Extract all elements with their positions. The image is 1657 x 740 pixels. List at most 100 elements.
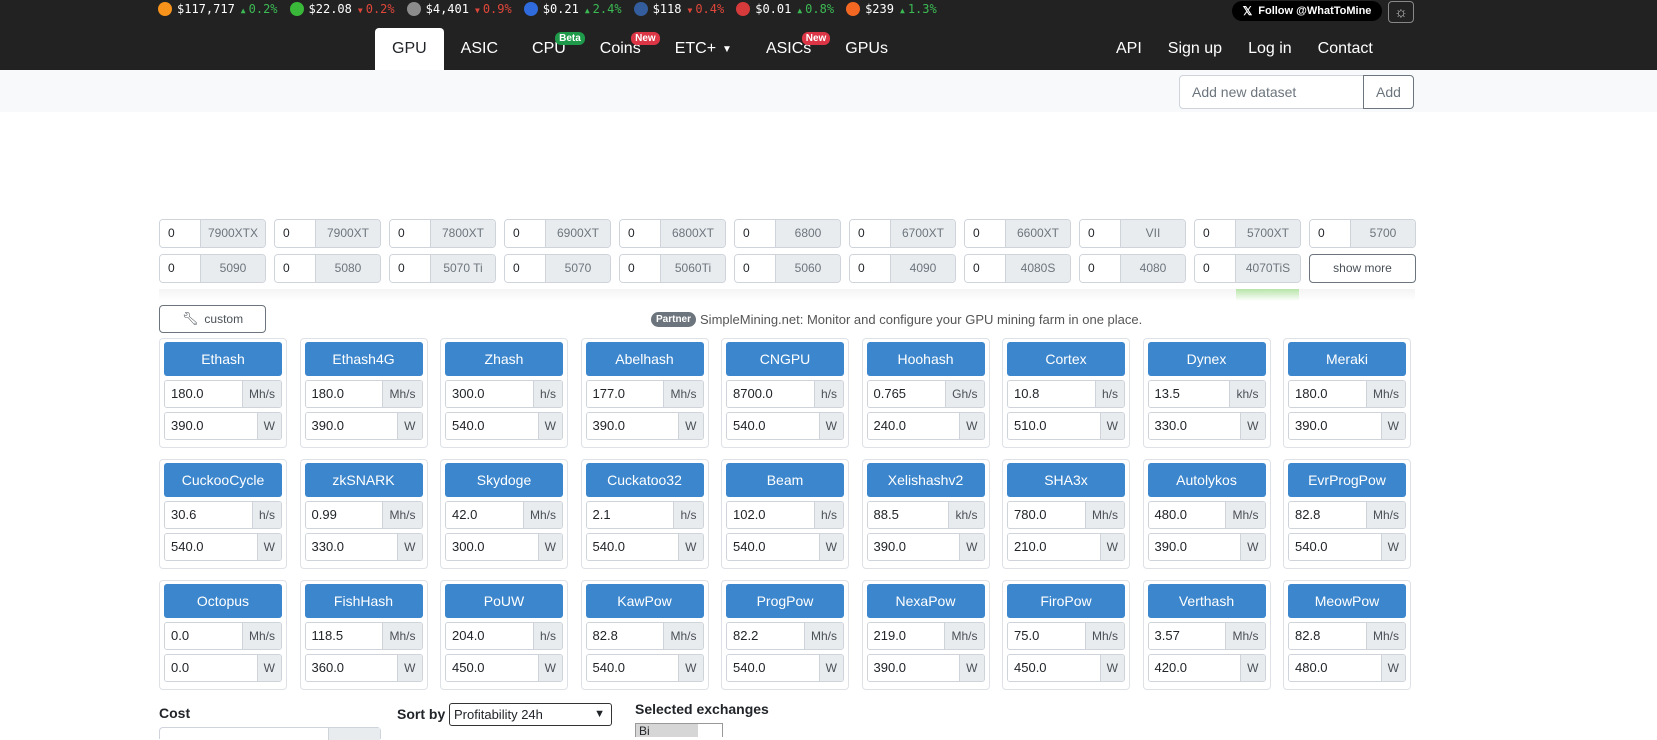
partner-banner[interactable]: Partner SimpleMining.net: Monitor and co… bbox=[651, 312, 1142, 327]
algorithm-toggle-button[interactable]: zkSNARK bbox=[304, 463, 423, 497]
show-more-button[interactable]: show more bbox=[1309, 254, 1416, 283]
power-input[interactable]: 510.0 bbox=[1008, 413, 1100, 439]
ticker-item[interactable]: $239 ▲ 1.3% bbox=[846, 1, 937, 16]
hashrate-input[interactable]: 204.0 bbox=[446, 623, 533, 649]
hashrate-input[interactable]: 2.1 bbox=[586, 502, 674, 528]
exchange-option[interactable]: Bi bbox=[636, 724, 698, 737]
hashrate-input[interactable]: 180.0 bbox=[1289, 381, 1366, 407]
algorithm-toggle-button[interactable]: Cuckatoo32 bbox=[585, 463, 704, 497]
hashrate-input[interactable]: 13.5 bbox=[1148, 381, 1230, 407]
gpu-count-input[interactable]: 0 bbox=[390, 220, 431, 247]
power-input[interactable]: 390.0 bbox=[586, 413, 679, 439]
algorithm-toggle-button[interactable]: Octopus bbox=[164, 584, 282, 618]
hashrate-input[interactable]: 42.0 bbox=[446, 502, 523, 528]
gpu-count-input[interactable]: 0 bbox=[505, 255, 546, 282]
ticker-item[interactable]: $117,717 ▲ 0.2% bbox=[158, 1, 278, 16]
gpu-count-input[interactable]: 0 bbox=[1195, 255, 1236, 282]
power-input[interactable]: 540.0 bbox=[446, 413, 538, 439]
algorithm-toggle-button[interactable]: SHA3x bbox=[1007, 463, 1125, 497]
follow-twitter-button[interactable]: 𝕏 Follow @WhatToMine bbox=[1232, 1, 1382, 21]
power-input[interactable]: 330.0 bbox=[1148, 413, 1241, 439]
power-input[interactable]: 390.0 bbox=[165, 413, 257, 439]
algorithm-toggle-button[interactable]: EvrProgPow bbox=[1288, 463, 1406, 497]
power-input[interactable]: 420.0 bbox=[1148, 655, 1241, 681]
power-input[interactable]: 540.0 bbox=[727, 413, 819, 439]
hashrate-input[interactable]: 780.0 bbox=[1008, 502, 1085, 528]
ticker-item[interactable]: $0.21 ▲ 2.4% bbox=[523, 1, 622, 16]
algorithm-toggle-button[interactable]: ProgPow bbox=[726, 584, 844, 618]
algorithm-toggle-button[interactable]: Ethash4G bbox=[304, 342, 423, 376]
hashrate-input[interactable]: 177.0 bbox=[586, 381, 664, 407]
algorithm-toggle-button[interactable]: Cortex bbox=[1007, 342, 1125, 376]
nav-contact[interactable]: Contact bbox=[1305, 28, 1386, 70]
gpu-count-input[interactable]: 0 bbox=[735, 220, 776, 247]
power-input[interactable]: 360.0 bbox=[305, 655, 398, 681]
algorithm-toggle-button[interactable]: Ethash bbox=[164, 342, 282, 376]
algorithm-toggle-button[interactable]: CNGPU bbox=[726, 342, 844, 376]
cost-input[interactable] bbox=[159, 727, 381, 740]
gpu-count-input[interactable]: 0 bbox=[965, 220, 1006, 247]
nav-gpu[interactable]: GPU bbox=[375, 28, 444, 70]
algorithm-toggle-button[interactable]: FishHash bbox=[304, 584, 423, 618]
theme-toggle-button[interactable]: ☼ bbox=[1388, 1, 1414, 23]
hashrate-input[interactable]: 0.99 bbox=[305, 502, 383, 528]
gpu-count-input[interactable]: 0 bbox=[160, 255, 201, 282]
custom-button[interactable]: 🔧︎ custom bbox=[159, 305, 266, 333]
power-input[interactable]: 480.0 bbox=[1289, 655, 1381, 681]
gpu-count-input[interactable]: 0 bbox=[1310, 220, 1351, 247]
nav-gpus[interactable]: GPUs bbox=[828, 28, 905, 70]
nav-coins[interactable]: Coins New bbox=[583, 28, 660, 70]
hashrate-input[interactable]: 88.5 bbox=[867, 502, 949, 528]
exchanges-select[interactable]: Bi bbox=[635, 723, 723, 737]
hashrate-input[interactable]: 82.8 bbox=[586, 623, 664, 649]
algorithm-toggle-button[interactable]: FiroPow bbox=[1007, 584, 1125, 618]
power-input[interactable]: 390.0 bbox=[867, 534, 960, 560]
power-input[interactable]: 540.0 bbox=[727, 655, 819, 681]
algorithm-toggle-button[interactable]: Autolykos bbox=[1147, 463, 1266, 497]
gpu-count-input[interactable]: 0 bbox=[735, 255, 776, 282]
gpu-count-input[interactable]: 0 bbox=[505, 220, 546, 247]
hashrate-input[interactable]: 82.2 bbox=[727, 623, 804, 649]
ticker-item[interactable]: $118 ▼ 0.4% bbox=[633, 1, 724, 16]
power-input[interactable]: 540.0 bbox=[1289, 534, 1381, 560]
hashrate-input[interactable]: 75.0 bbox=[1008, 623, 1085, 649]
algorithm-toggle-button[interactable]: PoUW bbox=[445, 584, 563, 618]
hashrate-input[interactable]: 102.0 bbox=[727, 502, 814, 528]
hashrate-input[interactable]: 82.8 bbox=[1289, 623, 1366, 649]
power-input[interactable]: 540.0 bbox=[165, 534, 257, 560]
gpu-count-input[interactable]: 0 bbox=[1080, 220, 1121, 247]
nav-sign-up[interactable]: Sign up bbox=[1155, 28, 1235, 70]
dataset-add-button[interactable]: Add bbox=[1363, 75, 1414, 109]
power-input[interactable]: 390.0 bbox=[867, 655, 960, 681]
algorithm-toggle-button[interactable]: Xelishashv2 bbox=[866, 463, 985, 497]
power-input[interactable]: 540.0 bbox=[586, 534, 679, 560]
hashrate-input[interactable]: 118.5 bbox=[305, 623, 383, 649]
gpu-count-input[interactable]: 0 bbox=[275, 255, 316, 282]
ticker-item[interactable]: $22.08 ▼ 0.2% bbox=[289, 1, 395, 16]
algorithm-toggle-button[interactable]: MeowPow bbox=[1288, 584, 1406, 618]
power-input[interactable]: 390.0 bbox=[1289, 413, 1381, 439]
gpu-count-input[interactable]: 0 bbox=[620, 220, 661, 247]
power-input[interactable]: 390.0 bbox=[1148, 534, 1241, 560]
gpu-count-input[interactable]: 0 bbox=[275, 220, 316, 247]
power-input[interactable]: 450.0 bbox=[1008, 655, 1100, 681]
gpu-count-input[interactable]: 0 bbox=[850, 220, 891, 247]
gpu-count-input[interactable]: 0 bbox=[390, 255, 431, 282]
sort-select[interactable]: Profitability 24h ▼ bbox=[449, 703, 612, 726]
nav-asics[interactable]: ASICs New bbox=[749, 28, 831, 70]
hashrate-input[interactable]: 10.8 bbox=[1008, 381, 1095, 407]
hashrate-input[interactable]: 82.8 bbox=[1289, 502, 1366, 528]
gpu-count-input[interactable]: 0 bbox=[1080, 255, 1121, 282]
algorithm-toggle-button[interactable]: NexaPow bbox=[866, 584, 985, 618]
power-input[interactable]: 0.0 bbox=[165, 655, 257, 681]
hashrate-input[interactable]: 30.6 bbox=[165, 502, 252, 528]
nav-etc[interactable]: ETC+ ▼ bbox=[658, 28, 749, 70]
gpu-count-input[interactable]: 0 bbox=[160, 220, 201, 247]
ticker-item[interactable]: $0.01 ▲ 0.8% bbox=[736, 1, 834, 16]
algorithm-toggle-button[interactable]: Hoohash bbox=[866, 342, 985, 376]
algorithm-toggle-button[interactable]: Dynex bbox=[1147, 342, 1266, 376]
hashrate-input[interactable]: 0.765 bbox=[867, 381, 946, 407]
algorithm-toggle-button[interactable]: Verthash bbox=[1147, 584, 1266, 618]
hashrate-input[interactable]: 480.0 bbox=[1148, 502, 1226, 528]
hashrate-input[interactable]: 180.0 bbox=[165, 381, 242, 407]
